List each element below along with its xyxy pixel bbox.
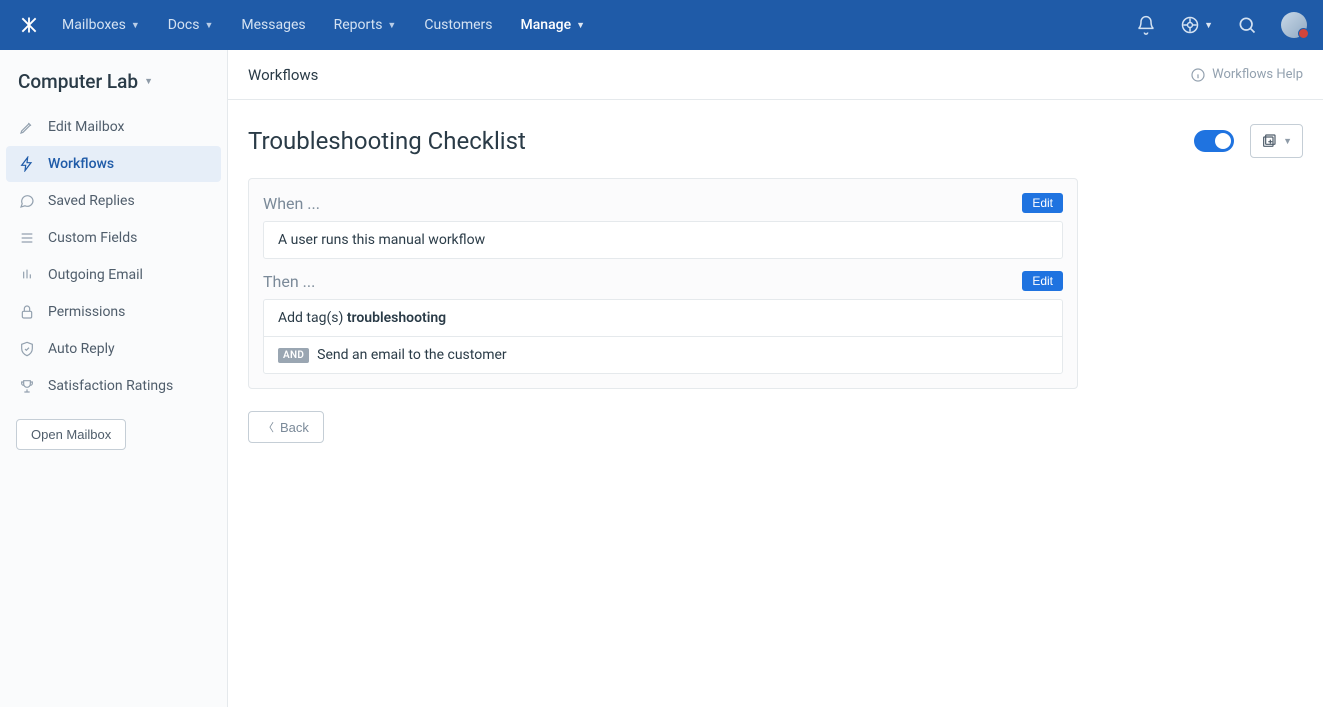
chevron-down-icon: ▼ — [1283, 136, 1292, 147]
list-icon — [18, 229, 36, 247]
when-condition-text: A user runs this manual workflow — [278, 232, 485, 248]
workflows-help-link[interactable]: Workflows Help — [1190, 67, 1303, 83]
then-action-text: Send an email to the customer — [317, 347, 507, 363]
top-nav: Mailboxes ▼ Docs ▼ Messages Reports ▼ Custo… — [0, 0, 1323, 50]
shield-check-icon — [18, 340, 36, 358]
nav-customers[interactable]: Customers — [424, 17, 492, 33]
sidebar-item-saved-replies[interactable]: Saved Replies — [6, 183, 221, 219]
nav-docs[interactable]: Docs ▼ — [168, 17, 214, 33]
add-to-folder-icon — [1261, 133, 1277, 149]
sidebar-item-label: Permissions — [48, 304, 125, 320]
nav-label: Mailboxes — [62, 17, 126, 33]
sidebar-item-workflows[interactable]: Workflows — [6, 146, 221, 182]
when-section: When ... Edit A user runs this manual wo… — [263, 193, 1063, 259]
back-button[interactable]: 〈 Back — [248, 411, 324, 443]
lightning-icon — [18, 155, 36, 173]
outgoing-icon — [18, 266, 36, 284]
workflow-title: Troubleshooting Checklist — [248, 127, 526, 155]
sidebar-item-auto-reply[interactable]: Auto Reply — [6, 331, 221, 367]
sidebar-item-permissions[interactable]: Permissions — [6, 294, 221, 330]
nav-label: Messages — [241, 17, 305, 33]
search-icon[interactable] — [1237, 15, 1257, 35]
lock-icon — [18, 303, 36, 321]
when-label: When ... — [263, 194, 320, 213]
pencil-icon — [18, 118, 36, 136]
main-content: Workflows Workflows Help Troubleshooting… — [228, 50, 1323, 707]
chevron-left-icon: 〈 — [263, 419, 274, 435]
support-icon[interactable]: ▼ — [1180, 15, 1213, 35]
then-edit-button[interactable]: Edit — [1022, 271, 1063, 291]
sidebar-item-custom-fields[interactable]: Custom Fields — [6, 220, 221, 256]
nav-label: Customers — [424, 17, 492, 33]
info-icon — [1190, 67, 1206, 83]
then-action-text: Add tag(s) troubleshooting — [278, 310, 446, 326]
workflow-enabled-toggle[interactable] — [1194, 130, 1234, 152]
trophy-icon — [18, 377, 36, 395]
sidebar: Computer Lab ▼ Edit Mailbox Workflows Sa… — [0, 50, 228, 707]
mailbox-selector[interactable]: Computer Lab ▼ — [0, 64, 227, 109]
breadcrumb[interactable]: Workflows — [248, 66, 318, 84]
chevron-down-icon: ▼ — [387, 20, 396, 31]
nav-manage[interactable]: Manage ▼ — [521, 17, 586, 33]
sidebar-item-label: Auto Reply — [48, 341, 115, 357]
sidebar-item-label: Outgoing Email — [48, 267, 143, 283]
back-label: Back — [280, 420, 309, 435]
chevron-down-icon: ▼ — [576, 20, 585, 31]
help-label: Workflows Help — [1212, 67, 1303, 82]
app-logo-icon[interactable] — [16, 12, 42, 38]
then-label: Then ... — [263, 272, 315, 291]
sidebar-item-label: Saved Replies — [48, 193, 135, 209]
sidebar-item-label: Satisfaction Ratings — [48, 378, 173, 394]
sub-header: Workflows Workflows Help — [228, 50, 1323, 100]
mailbox-name: Computer Lab — [18, 70, 138, 93]
sidebar-item-label: Custom Fields — [48, 230, 137, 246]
workflow-actions-button[interactable]: ▼ — [1250, 124, 1303, 158]
sidebar-item-satisfaction[interactable]: Satisfaction Ratings — [6, 368, 221, 404]
sidebar-item-label: Edit Mailbox — [48, 119, 124, 135]
then-action-row-1: Add tag(s) troubleshooting — [264, 300, 1062, 336]
nav-mailboxes[interactable]: Mailboxes ▼ — [62, 17, 140, 33]
then-action-row-2: AND Send an email to the customer — [264, 336, 1062, 373]
and-badge: AND — [278, 348, 309, 363]
nav-reports[interactable]: Reports ▼ — [334, 17, 397, 33]
chevron-down-icon: ▼ — [131, 20, 140, 31]
nav-label: Docs — [168, 17, 200, 33]
workflow-card: When ... Edit A user runs this manual wo… — [248, 178, 1078, 389]
sidebar-item-outgoing-email[interactable]: Outgoing Email — [6, 257, 221, 293]
when-condition-row: A user runs this manual workflow — [264, 222, 1062, 258]
sidebar-item-edit-mailbox[interactable]: Edit Mailbox — [6, 109, 221, 145]
notifications-icon[interactable] — [1136, 15, 1156, 35]
then-section: Then ... Edit Add tag(s) troubleshooting… — [263, 271, 1063, 374]
chat-icon — [18, 192, 36, 210]
when-edit-button[interactable]: Edit — [1022, 193, 1063, 213]
nav-messages[interactable]: Messages — [241, 17, 305, 33]
chevron-down-icon: ▼ — [1204, 20, 1213, 31]
open-mailbox-button[interactable]: Open Mailbox — [16, 419, 126, 450]
nav-label: Reports — [334, 17, 383, 33]
sidebar-item-label: Workflows — [48, 156, 114, 172]
chevron-down-icon: ▼ — [204, 20, 213, 31]
nav-label: Manage — [521, 17, 572, 33]
user-avatar[interactable] — [1281, 12, 1307, 38]
chevron-down-icon: ▼ — [144, 76, 153, 87]
